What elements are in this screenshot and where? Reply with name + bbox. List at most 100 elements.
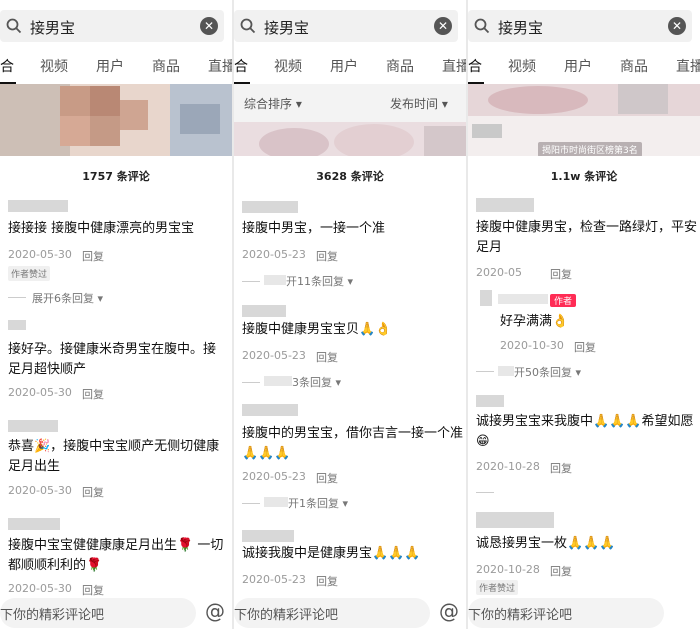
reply-button[interactable]: 回复 [316, 470, 338, 486]
input-placeholder: 下你的精彩评论吧 [0, 608, 105, 623]
comment-date: 2020-05-30 [8, 386, 72, 399]
author-liked-badge: 作者赞过 [8, 266, 51, 281]
reply-button[interactable]: 回复 [82, 484, 104, 500]
avatar[interactable] [242, 530, 294, 542]
input-placeholder: 下你的精彩评论吧 [468, 608, 573, 623]
sort-dropdown[interactable]: 综合排序 ▾ [244, 95, 302, 112]
time-dropdown[interactable]: 发布时间 ▾ [390, 95, 448, 112]
expand-label: 开1条回复 [288, 497, 339, 510]
mention-icon[interactable]: @ [439, 599, 459, 623]
tab-user[interactable]: 用户 [330, 56, 358, 76]
expand-replies-button[interactable]: 3条回复 ▾ [292, 374, 341, 390]
comment-date: 2020-05-23 [242, 349, 306, 362]
tab-video[interactable]: 视频 [274, 56, 302, 76]
expand-label: 开11条回复 [286, 275, 344, 288]
chevron-down-icon: ▾ [575, 366, 582, 379]
tab-user[interactable]: 用户 [96, 56, 124, 76]
reply-button[interactable]: 回复 [316, 349, 338, 365]
video-thumbnail[interactable]: 揭阳市时尚街区榜第3名 [468, 84, 700, 156]
avatar[interactable] [242, 201, 298, 213]
reply-button[interactable]: 回复 [316, 573, 338, 589]
avatar[interactable] [8, 200, 68, 212]
tab-goods[interactable]: 商品 [620, 56, 648, 76]
mention-icon[interactable]: @ [205, 599, 225, 623]
reply-button[interactable]: 回复 [82, 248, 104, 264]
comment-input-bar: 下你的精彩评论吧 @ [234, 596, 466, 629]
video-thumbnail[interactable] [234, 122, 466, 156]
tab-video[interactable]: 视频 [40, 56, 68, 76]
expand-label: 展开6条回复 [32, 292, 94, 305]
location-tag[interactable]: 揭阳市时尚街区榜第3名 [538, 142, 642, 156]
clear-icon[interactable]: ✕ [668, 17, 686, 35]
sort-label: 综合排序 [244, 97, 293, 111]
comment-count: 3628 条评论 [316, 170, 384, 183]
comment-input[interactable]: 下你的精彩评论吧 [468, 598, 664, 628]
search-bar[interactable]: 接男宝 ✕ [468, 10, 692, 42]
comment-date: 2020-05-30 [8, 248, 72, 261]
search-bar[interactable]: 接男宝 ✕ [234, 10, 458, 42]
avatar[interactable] [242, 404, 298, 416]
divider [476, 371, 494, 372]
clear-icon[interactable]: ✕ [434, 17, 452, 35]
reply-button[interactable]: 回复 [82, 386, 104, 402]
divider [476, 492, 494, 493]
chevron-down-icon: ▾ [295, 97, 302, 111]
tab-live[interactable]: 直播 [208, 56, 232, 76]
tab-goods[interactable]: 商品 [386, 56, 414, 76]
expand-replies-button[interactable]: 展开6条回复 ▾ [32, 290, 103, 306]
chevron-down-icon: ▾ [335, 376, 342, 389]
expand-label: 开50条回复 [514, 366, 572, 379]
tab-live[interactable]: 直播 [676, 56, 700, 76]
avatar[interactable] [476, 512, 554, 528]
comment-text: 诚接我腹中是健康男宝🙏🙏🙏 [242, 546, 421, 561]
avatar[interactable] [476, 198, 534, 212]
chevron-down-icon: ▾ [347, 275, 354, 288]
tab-comprehensive[interactable]: 合 [0, 56, 14, 76]
reply-button[interactable]: 回复 [574, 339, 596, 355]
chevron-down-icon: ▾ [441, 97, 448, 111]
comment-input[interactable]: 下你的精彩评论吧 [234, 598, 430, 628]
reply-button[interactable]: 回复 [550, 266, 572, 282]
comment-text: 接好孕。接健康米奇男宝在腹中。接足月超快顺产 [8, 342, 217, 377]
reply-button[interactable]: 回复 [550, 563, 572, 579]
tab-comprehensive[interactable]: 合 [234, 56, 248, 76]
search-icon [6, 18, 22, 34]
tab-live[interactable]: 直播 [442, 56, 466, 76]
comment-text: 接腹中的男宝宝，借你吉言一接一个准🙏🙏🙏 [242, 426, 464, 461]
expand-replies-button[interactable]: 开1条回复 ▾ [288, 495, 348, 511]
video-thumbnail[interactable] [0, 84, 232, 156]
divider [242, 382, 260, 383]
expand-label: 3条回复 [292, 376, 332, 389]
tab-user[interactable]: 用户 [564, 56, 592, 76]
search-icon [240, 18, 256, 34]
comment-date: 2020-05-30 [8, 582, 72, 595]
comment-text: 接腹中男宝，一接一个准 [242, 221, 386, 236]
tab-goods[interactable]: 商品 [152, 56, 180, 76]
search-bar[interactable]: 接男宝 ✕ [0, 10, 224, 42]
comment-input-bar: 下你的精彩评论吧 [468, 596, 700, 629]
avatar[interactable] [8, 420, 58, 432]
reply-username[interactable] [498, 294, 548, 304]
tab-video[interactable]: 视频 [508, 56, 536, 76]
comment-input[interactable]: 下你的精彩评论吧 [0, 598, 196, 628]
tab-bar: 合 视频 用户 商品 直播 [0, 56, 232, 84]
comment-panel-1: 接男宝 ✕ 合 视频 用户 商品 直播 1757 条评论 接接接 接腹中健康漂亮… [0, 0, 232, 629]
clear-icon[interactable]: ✕ [200, 17, 218, 35]
tab-comprehensive[interactable]: 合 [468, 56, 482, 76]
avatar [264, 376, 292, 386]
avatar[interactable] [8, 320, 26, 330]
avatar[interactable] [8, 518, 60, 530]
reply-date: 2020-10-30 [500, 339, 564, 352]
comment-text: 接接接 接腹中健康漂亮的男宝宝 [8, 221, 195, 236]
reply-button[interactable]: 回复 [550, 460, 572, 476]
comment-date: 2020-05-30 [8, 484, 72, 497]
avatar[interactable] [476, 395, 504, 407]
reply-button[interactable]: 回复 [316, 248, 338, 264]
reply-avatar[interactable] [480, 290, 492, 306]
comment-text: 接腹中健康男宝，检查一路绿灯，平安足月 [476, 220, 698, 255]
comment-date: 2020-10-28 [476, 460, 540, 473]
avatar[interactable] [242, 305, 286, 317]
comment-date: 2020-05 [476, 266, 522, 279]
expand-replies-button[interactable]: 开11条回复 ▾ [286, 273, 353, 289]
expand-replies-button[interactable]: 开50条回复 ▾ [514, 364, 581, 380]
